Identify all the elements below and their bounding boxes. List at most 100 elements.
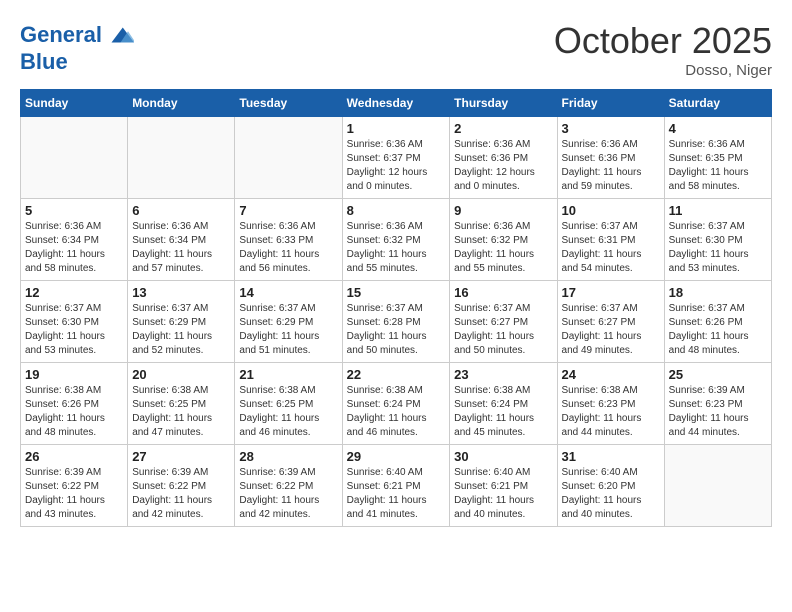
day-info: Sunrise: 6:36 AM Sunset: 6:32 PM Dayligh… <box>347 220 446 276</box>
day-info: Sunrise: 6:37 AM Sunset: 6:28 PM Dayligh… <box>347 302 446 358</box>
day-info: Sunrise: 6:36 AM Sunset: 6:36 PM Dayligh… <box>454 138 552 194</box>
day-number: 1 <box>347 121 446 136</box>
day-number: 23 <box>454 367 552 382</box>
day-info: Sunrise: 6:36 AM Sunset: 6:33 PM Dayligh… <box>239 220 337 276</box>
calendar-cell: 29Sunrise: 6:40 AM Sunset: 6:21 PM Dayli… <box>342 445 450 527</box>
weekday-header-thursday: Thursday <box>450 90 557 117</box>
day-number: 9 <box>454 203 552 218</box>
calendar-cell <box>21 117 128 199</box>
weekday-header-friday: Friday <box>557 90 664 117</box>
calendar-cell: 13 Sunrise: 6:37 AM Sunset: 6:29 PM Dayli… <box>128 281 235 363</box>
day-info: Sunrise: 6:38 AM Sunset: 6:25 PM Dayligh… <box>239 384 337 440</box>
calendar-cell: 30 Sunrise: 6:40 AM Sunset: 6:21 PM Dayli… <box>450 445 557 527</box>
day-number: 20 <box>132 367 230 382</box>
day-info: Sunrise: 6:37 AM Sunset: 6:29 PM Dayligh… <box>132 302 230 358</box>
weekday-header-row: SundayMondayTuesdayWednesdayThursdayFrid… <box>21 90 772 117</box>
calendar-cell: 24Sunrise: 6:38 AM Sunset: 6:23 PM Dayli… <box>557 363 664 445</box>
day-number: 16 <box>454 285 552 300</box>
day-number: 5 <box>25 203 123 218</box>
calendar-cell: 12Sunrise: 6:37 AM Sunset: 6:30 PM Dayli… <box>21 281 128 363</box>
calendar-cell: 3 Sunrise: 6:36 AM Sunset: 6:36 PM Daylig… <box>557 117 664 199</box>
calendar-cell: 28 Sunrise: 6:39 AM Sunset: 6:22 PM Dayli… <box>235 445 342 527</box>
calendar-cell: 2 Sunrise: 6:36 AM Sunset: 6:36 PM Daylig… <box>450 117 557 199</box>
calendar-cell: 27Sunrise: 6:39 AM Sunset: 6:22 PM Dayli… <box>128 445 235 527</box>
logo: General Blue <box>20 20 134 74</box>
day-info: Sunrise: 6:39 AM Sunset: 6:23 PM Dayligh… <box>669 384 767 440</box>
month-title: October 2025 <box>554 20 772 62</box>
day-number: 27 <box>132 449 230 464</box>
day-info: Sunrise: 6:38 AM Sunset: 6:25 PM Dayligh… <box>132 384 230 440</box>
calendar-cell: 10Sunrise: 6:37 AM Sunset: 6:31 PM Dayli… <box>557 199 664 281</box>
weekday-header-tuesday: Tuesday <box>235 90 342 117</box>
day-number: 14 <box>239 285 337 300</box>
day-number: 12 <box>25 285 123 300</box>
day-info: Sunrise: 6:36 AM Sunset: 6:36 PM Dayligh… <box>562 138 660 194</box>
calendar-cell: 9 Sunrise: 6:36 AM Sunset: 6:32 PM Daylig… <box>450 199 557 281</box>
day-number: 30 <box>454 449 552 464</box>
calendar-cell: 31Sunrise: 6:40 AM Sunset: 6:20 PM Dayli… <box>557 445 664 527</box>
day-info: Sunrise: 6:39 AM Sunset: 6:22 PM Dayligh… <box>239 466 337 522</box>
calendar-cell: 20 Sunrise: 6:38 AM Sunset: 6:25 PM Dayli… <box>128 363 235 445</box>
day-number: 6 <box>132 203 230 218</box>
calendar-cell: 11Sunrise: 6:37 AM Sunset: 6:30 PM Dayli… <box>664 199 771 281</box>
logo-icon <box>104 20 134 50</box>
calendar-cell: 4 Sunrise: 6:36 AM Sunset: 6:35 PM Daylig… <box>664 117 771 199</box>
day-number: 10 <box>562 203 660 218</box>
day-info: Sunrise: 6:36 AM Sunset: 6:34 PM Dayligh… <box>132 220 230 276</box>
day-number: 31 <box>562 449 660 464</box>
day-number: 4 <box>669 121 767 136</box>
day-number: 13 <box>132 285 230 300</box>
weekday-header-wednesday: Wednesday <box>342 90 450 117</box>
week-row-2: 5 Sunrise: 6:36 AM Sunset: 6:34 PM Daylig… <box>21 199 772 281</box>
calendar-cell: 16 Sunrise: 6:37 AM Sunset: 6:27 PM Dayli… <box>450 281 557 363</box>
day-number: 18 <box>669 285 767 300</box>
day-number: 7 <box>239 203 337 218</box>
day-number: 22 <box>347 367 446 382</box>
day-number: 3 <box>562 121 660 136</box>
day-info: Sunrise: 6:36 AM Sunset: 6:32 PM Dayligh… <box>454 220 552 276</box>
calendar-cell <box>664 445 771 527</box>
day-info: Sunrise: 6:36 AM Sunset: 6:35 PM Dayligh… <box>669 138 767 194</box>
day-info: Sunrise: 6:36 AM Sunset: 6:34 PM Dayligh… <box>25 220 123 276</box>
day-number: 25 <box>669 367 767 382</box>
day-info: Sunrise: 6:37 AM Sunset: 6:26 PM Dayligh… <box>669 302 767 358</box>
day-number: 26 <box>25 449 123 464</box>
calendar-cell: 18 Sunrise: 6:37 AM Sunset: 6:26 PM Dayli… <box>664 281 771 363</box>
calendar-cell: 7 Sunrise: 6:36 AM Sunset: 6:33 PM Daylig… <box>235 199 342 281</box>
calendar-cell: 25 Sunrise: 6:39 AM Sunset: 6:23 PM Dayli… <box>664 363 771 445</box>
calendar-cell: 8 Sunrise: 6:36 AM Sunset: 6:32 PM Daylig… <box>342 199 450 281</box>
calendar-cell: 1 Sunrise: 6:36 AM Sunset: 6:37 PM Daylig… <box>342 117 450 199</box>
day-info: Sunrise: 6:36 AM Sunset: 6:37 PM Dayligh… <box>347 138 446 194</box>
calendar-cell: 15Sunrise: 6:37 AM Sunset: 6:28 PM Dayli… <box>342 281 450 363</box>
page-header: General Blue October 2025 Dosso, Niger <box>20 20 772 79</box>
weekday-header-saturday: Saturday <box>664 90 771 117</box>
week-row-4: 19Sunrise: 6:38 AM Sunset: 6:26 PM Dayli… <box>21 363 772 445</box>
week-row-3: 12Sunrise: 6:37 AM Sunset: 6:30 PM Dayli… <box>21 281 772 363</box>
calendar-cell: 21 Sunrise: 6:38 AM Sunset: 6:25 PM Dayli… <box>235 363 342 445</box>
day-info: Sunrise: 6:37 AM Sunset: 6:29 PM Dayligh… <box>239 302 337 358</box>
day-number: 2 <box>454 121 552 136</box>
day-info: Sunrise: 6:38 AM Sunset: 6:24 PM Dayligh… <box>454 384 552 440</box>
day-info: Sunrise: 6:40 AM Sunset: 6:21 PM Dayligh… <box>454 466 552 522</box>
calendar-cell <box>128 117 235 199</box>
calendar-cell: 14 Sunrise: 6:37 AM Sunset: 6:29 PM Dayli… <box>235 281 342 363</box>
day-info: Sunrise: 6:37 AM Sunset: 6:27 PM Dayligh… <box>562 302 660 358</box>
calendar-cell: 17 Sunrise: 6:37 AM Sunset: 6:27 PM Dayli… <box>557 281 664 363</box>
day-number: 21 <box>239 367 337 382</box>
day-info: Sunrise: 6:37 AM Sunset: 6:27 PM Dayligh… <box>454 302 552 358</box>
logo-text: General <box>20 23 102 47</box>
week-row-1: 1 Sunrise: 6:36 AM Sunset: 6:37 PM Daylig… <box>21 117 772 199</box>
calendar-cell <box>235 117 342 199</box>
day-number: 8 <box>347 203 446 218</box>
day-info: Sunrise: 6:37 AM Sunset: 6:30 PM Dayligh… <box>669 220 767 276</box>
calendar-cell: 5 Sunrise: 6:36 AM Sunset: 6:34 PM Daylig… <box>21 199 128 281</box>
day-info: Sunrise: 6:39 AM Sunset: 6:22 PM Dayligh… <box>25 466 123 522</box>
day-number: 28 <box>239 449 337 464</box>
weekday-header-monday: Monday <box>128 90 235 117</box>
calendar-cell: 6 Sunrise: 6:36 AM Sunset: 6:34 PM Daylig… <box>128 199 235 281</box>
calendar-cell: 22Sunrise: 6:38 AM Sunset: 6:24 PM Dayli… <box>342 363 450 445</box>
calendar-cell: 19Sunrise: 6:38 AM Sunset: 6:26 PM Dayli… <box>21 363 128 445</box>
day-number: 17 <box>562 285 660 300</box>
day-info: Sunrise: 6:38 AM Sunset: 6:23 PM Dayligh… <box>562 384 660 440</box>
week-row-5: 26 Sunrise: 6:39 AM Sunset: 6:22 PM Dayli… <box>21 445 772 527</box>
